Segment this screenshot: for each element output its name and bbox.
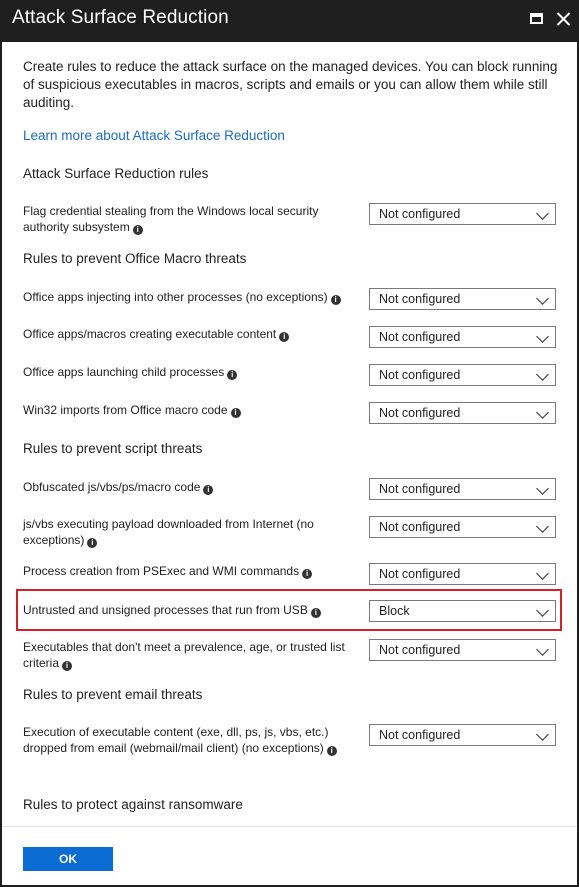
intro-text: Create rules to reduce the attack surfac… xyxy=(23,59,558,110)
rule-label-office-injecting: Office apps injecting into other process… xyxy=(23,289,353,305)
rule-label-js-vbs-payload: js/vbs executing payload downloaded from… xyxy=(23,517,314,548)
rule-label-prevalence: Executables that don't meet a prevalence… xyxy=(23,640,345,671)
section-heading-script: Rules to prevent script threats xyxy=(23,441,203,456)
rule-label-psexec-wmi: Process creation from PSExec and WMI com… xyxy=(23,563,353,579)
rule-label-office-child: Office apps launching child processes i xyxy=(23,364,353,380)
info-icon[interactable]: i xyxy=(326,746,337,756)
close-icon[interactable] xyxy=(554,10,572,28)
chevron-down-icon xyxy=(536,482,549,495)
rule-label-credential-stealing: Flag credential stealing from the Window… xyxy=(23,204,319,235)
section-heading-asr: Attack Surface Reduction rules xyxy=(23,166,209,181)
rule-select-js-vbs-payload[interactable]: Not configured xyxy=(369,516,556,538)
info-icon[interactable]: i xyxy=(132,225,143,235)
rule-select-psexec-wmi[interactable]: Not configured xyxy=(369,563,556,585)
rule-select-usb-processes[interactable]: Block xyxy=(369,600,556,622)
rule-label-email-executable: Execution of executable content (exe, dl… xyxy=(23,724,353,756)
rule-label-office-executable: Office apps/macros creating executable c… xyxy=(23,326,353,342)
rule-select-email-executable[interactable]: Not configured xyxy=(369,724,556,746)
chevron-down-icon xyxy=(536,368,549,381)
rule-select-win32-imports[interactable]: Not configured xyxy=(369,402,556,424)
chevron-down-icon xyxy=(536,292,549,305)
learn-more-link[interactable]: Learn more about Attack Surface Reductio… xyxy=(23,128,285,143)
chevron-down-icon xyxy=(536,406,549,419)
rule-select-obfuscated[interactable]: Not configured xyxy=(369,478,556,500)
chevron-down-icon xyxy=(536,330,549,343)
title-bar: Attack Surface Reduction xyxy=(0,0,579,42)
section-heading-macro: Rules to prevent Office Macro threats xyxy=(23,251,247,266)
rule-label-win32-imports: Win32 imports from Office macro code i xyxy=(23,402,353,418)
maximize-icon[interactable] xyxy=(528,10,546,28)
rule-label-usb-processes: Untrusted and unsigned processes that ru… xyxy=(23,602,353,618)
info-icon[interactable]: i xyxy=(230,408,241,418)
chevron-down-icon xyxy=(536,728,549,741)
info-icon[interactable]: i xyxy=(87,538,98,548)
info-icon[interactable]: i xyxy=(302,569,313,579)
chevron-down-icon xyxy=(536,643,549,656)
info-icon[interactable]: i xyxy=(330,295,341,305)
chevron-down-icon xyxy=(536,520,549,533)
chevron-down-icon xyxy=(536,604,549,617)
ok-button[interactable]: OK xyxy=(23,847,113,871)
section-heading-ransomware: Rules to protect against ransomware xyxy=(23,797,243,812)
footer-divider xyxy=(2,826,577,827)
rule-select-prevalence[interactable]: Not configured xyxy=(369,639,556,661)
blade-title: Attack Surface Reduction xyxy=(12,7,229,28)
info-icon[interactable]: i xyxy=(279,332,290,342)
chevron-down-icon xyxy=(536,567,549,580)
chevron-down-icon xyxy=(536,207,549,220)
rule-select-office-child[interactable]: Not configured xyxy=(369,364,556,386)
rule-select-office-executable[interactable]: Not configured xyxy=(369,326,556,348)
rule-select-credential-stealing[interactable]: Not configured xyxy=(369,203,556,225)
info-icon[interactable]: i xyxy=(62,661,73,671)
rule-select-office-injecting[interactable]: Not configured xyxy=(369,288,556,310)
section-heading-email: Rules to prevent email threats xyxy=(23,687,203,702)
info-icon[interactable]: i xyxy=(310,608,321,618)
info-icon[interactable]: i xyxy=(227,370,238,380)
info-icon[interactable]: i xyxy=(203,485,214,495)
rule-label-obfuscated: Obfuscated js/vbs/ps/macro code i xyxy=(23,479,353,495)
